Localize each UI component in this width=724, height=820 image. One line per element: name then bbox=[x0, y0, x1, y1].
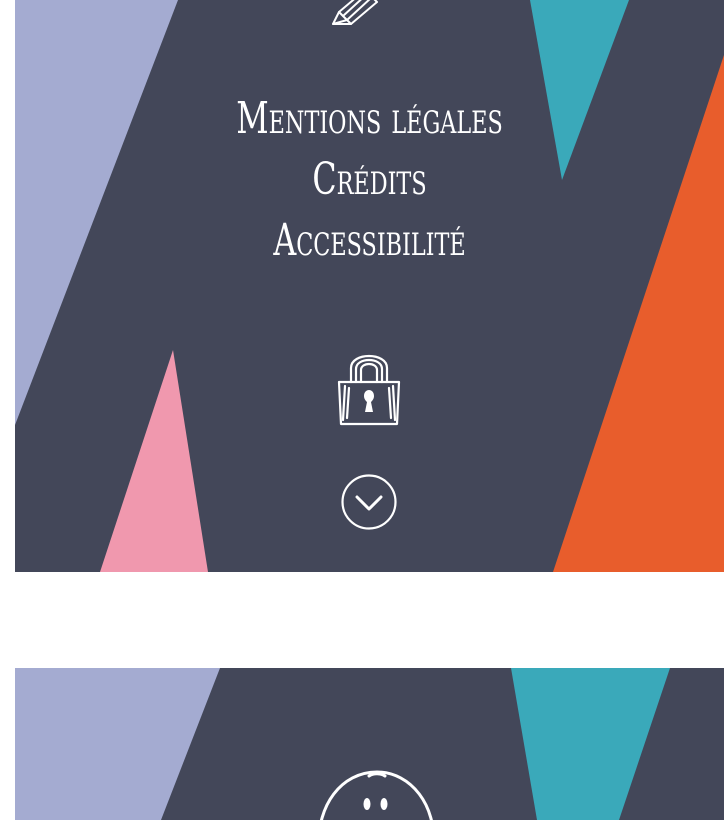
link-mentions-legales[interactable]: Mentions légales bbox=[114, 88, 624, 149]
link-credits[interactable]: Crédits bbox=[114, 149, 624, 210]
footer-panel: Mentions légales Crédits Accessibilité bbox=[15, 0, 724, 572]
next-panel bbox=[15, 668, 724, 820]
lock-icon bbox=[337, 355, 401, 426]
chevron-down-circle-icon[interactable] bbox=[340, 473, 398, 531]
link-accessibilite[interactable]: Accessibilité bbox=[114, 210, 624, 271]
smiley-icon bbox=[320, 770, 433, 820]
pencil-icon bbox=[332, 0, 378, 25]
legal-links: Mentions légales Crédits Accessibilité bbox=[15, 88, 724, 271]
